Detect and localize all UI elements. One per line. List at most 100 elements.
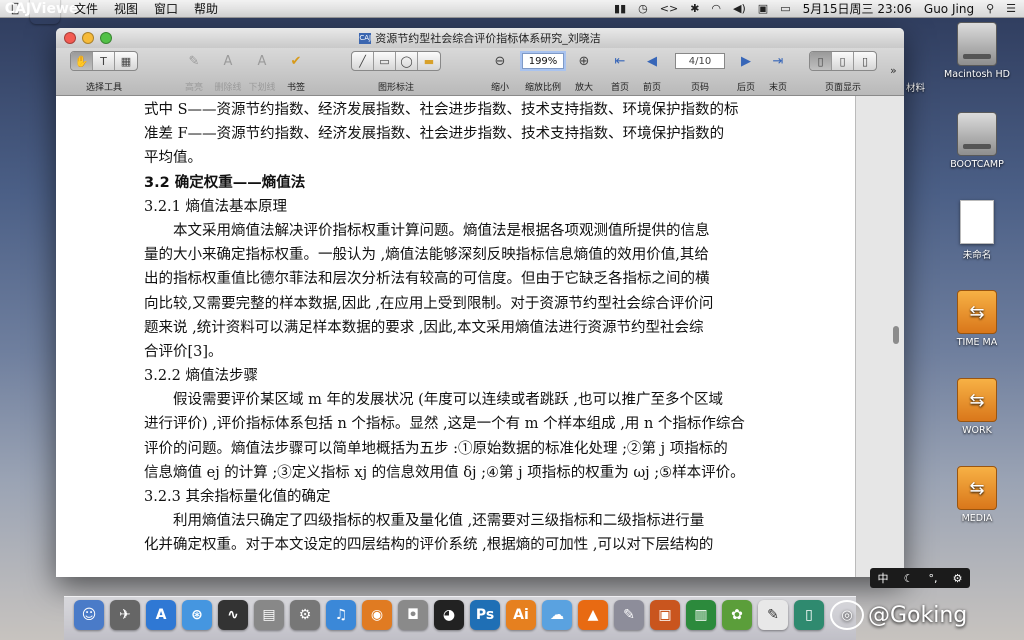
desktop-icon-label: MEDIA [961,513,993,524]
text-line: 评价的问题。熵值法步骤可以简单地概括为五步 :①原始数据的标准化处理 ;②第 j… [144,440,728,457]
qq-icon[interactable]: ◕ [434,600,464,630]
last-page-button[interactable]: ⇥ 末页 [766,48,790,94]
continuous-view-icon[interactable]: ▯ [832,52,854,70]
textedit-icon[interactable]: ✎ [758,600,788,630]
underline-button[interactable]: A 下划线 [246,48,278,94]
messages-icon[interactable]: ☁ [542,600,572,630]
page-number-label: 页码 [690,83,709,93]
desktop-icon-untitled[interactable]: 未命名 [934,200,1020,261]
desktop-icon-macintosh-hd[interactable]: Macintosh HD [934,22,1020,80]
user-name[interactable]: Guo Jing [924,2,974,16]
rectangle-tool-icon[interactable]: ▭ [374,52,396,70]
document-file-icon [960,200,994,244]
preview-icon[interactable]: ▤ [254,600,284,630]
close-window-button[interactable] [64,32,76,44]
photoshop-icon[interactable]: Ps [470,600,500,630]
subsection-heading: 3.2.2 熵值法步骤 [144,368,259,385]
finder-icon[interactable]: ☺ [74,600,104,630]
menu-window[interactable]: 窗口 [154,0,178,17]
hard-drive-icon [957,22,997,66]
page-number-input[interactable]: 4/10 [675,53,725,69]
notification-center-icon[interactable]: ☰ [1006,2,1016,15]
camera-icon[interactable]: ◘ [398,600,428,630]
spotlight-search-icon[interactable]: ⚲ [986,2,994,15]
hand-tool-icon[interactable]: ✋ [71,52,93,70]
document-text: 式中 S——资源节约指数、经济发展指数、社会进步指数、技术支持指数、环境保护指数… [144,98,814,558]
zoom-ratio-input[interactable]: 199% [522,53,564,69]
input-method-bar[interactable]: 中 ☾ °, ⚙ [870,568,970,588]
text-line: 信息熵值 ej 的计算 ;③定义指标 xj 的信息效用值 δj ;④第 j 项指… [144,464,745,481]
ellipse-tool-icon[interactable]: ◯ [396,52,418,70]
text-line: 题来说 ,统计资料可以满足样本数据的要求 ,因此,本文采用熵值法进行资源节约型社… [144,319,704,336]
firefox-icon[interactable]: ◉ [362,600,392,630]
bluetooth-icon[interactable]: ✱ [690,2,699,15]
battery-status-icon[interactable]: ▮▮ [614,2,626,15]
text-line: 本文采用熵值法解决评价指标权重计算问题。熵值法是根据各项观测值所提供的信息 [173,222,710,239]
safari-icon[interactable]: ⊛ [182,600,212,630]
ime-mode-label[interactable]: 中 [878,570,889,586]
desktop-icon-media[interactable]: ⇆ MEDIA [934,466,1020,524]
first-page-button[interactable]: ⇤ 首页 [608,48,632,94]
zoom-in-button[interactable]: ⊕ 放大 [572,48,596,94]
window-titlebar[interactable]: CAJ 资源节约型社会综合评价指标体系研究_刘晓洁 [56,28,904,48]
evernote-icon[interactable]: ✿ [722,600,752,630]
toolbar: ✋ T ▦ 选择工具 ✎ 高亮 A 删除线 A 下划线 ✔ 书签 ╱ ▭ ◯ ▬… [56,48,904,96]
watermark: ◎ @Goking [830,600,967,630]
note-tool-icon[interactable]: ▬ [418,52,440,70]
numbers-icon[interactable]: ▥ [686,600,716,630]
desktop-icon-work[interactable]: ⇆ WORK [934,378,1020,436]
text-line: 化并确定权重。对于本文设定的四层结构的评价系统 ,根据熵的可加性 ,可以对下层结… [144,537,714,554]
next-page-button[interactable]: ▶ 后页 [734,48,758,94]
clock[interactable]: 5月15日周三 23:06 [803,0,912,17]
system-preferences-icon[interactable]: ⚙ [290,600,320,630]
strikethrough-button[interactable]: A 删除线 [212,48,244,94]
previous-page-button[interactable]: ◀ 前页 [640,48,664,94]
pencil-app-icon[interactable]: ✎ [614,600,644,630]
document-icon: CAJ [359,32,372,44]
highlight-button[interactable]: ✎ 高亮 [180,48,208,94]
menu-file[interactable]: 文件 [74,0,98,17]
desktop-icon-label: BOOTCAMP [950,159,1004,170]
sync-icon[interactable]: <> [660,2,678,15]
time-machine-icon[interactable]: ◷ [638,2,648,15]
text-select-tool-icon[interactable]: T [93,52,115,70]
bookmark-icon: ✔ [290,53,302,69]
menu-help[interactable]: 帮助 [194,0,218,17]
toolbar-overflow-icon[interactable]: » [890,64,897,77]
desktop-icon-bootcamp[interactable]: BOOTCAMP [934,112,1020,170]
vlc-icon[interactable]: ▲ [578,600,608,630]
itunes-icon[interactable]: ♫ [326,600,356,630]
image-select-tool-icon[interactable]: ▦ [115,52,137,70]
app-store-icon[interactable]: A [146,600,176,630]
vertical-scrollbar-thumb[interactable] [893,326,899,344]
bookmark-label: 书签 [286,83,305,93]
dock-items: ☺ ✈ A ⊛ ∿ ▤ ⚙ ♫ ◉ ◘ ◕ Ps Ai ☁ ▲ ✎ ▣ ▥ ✿ … [74,600,824,630]
app-menu[interactable]: CAJViewer [5,0,86,24]
moon-icon[interactable]: ☾ [904,572,914,585]
desktop-icon-time-machine[interactable]: ⇆ TIME MA [934,290,1020,348]
menu-view[interactable]: 视图 [114,0,138,17]
minimize-window-button[interactable] [82,32,94,44]
launchpad-icon[interactable]: ✈ [110,600,140,630]
section-heading: 3.2 确定权重——熵值法 [144,174,306,191]
zoom-window-button[interactable] [100,32,112,44]
activity-monitor-icon[interactable]: ∿ [218,600,248,630]
presentation-icon[interactable]: ▣ [650,600,680,630]
weibo-logo-icon: ◎ [830,600,864,630]
illustrator-icon[interactable]: Ai [506,600,536,630]
single-page-view-icon[interactable]: ▯ [810,52,832,70]
bookmark-button[interactable]: ✔ 书签 [282,48,310,94]
input-source-icon[interactable]: ▣ [758,2,768,15]
settings-gear-icon[interactable]: ⚙ [953,572,963,585]
document-view[interactable]: 式中 S——资源节约指数、经济发展指数、社会进步指数、技术支持指数、环境保护指数… [56,96,904,577]
volume-icon[interactable]: ◀) [733,2,746,15]
ebook-reader-icon[interactable]: ▯ [794,600,824,630]
zoom-out-label: 缩小 [490,83,509,93]
wifi-icon[interactable]: ◠ [711,2,721,15]
facing-pages-view-icon[interactable]: ▯ [854,52,876,70]
zoom-out-button[interactable]: ⊖ 缩小 [488,48,512,94]
battery-icon[interactable]: ▭ [780,2,790,15]
line-tool-icon[interactable]: ╱ [352,52,374,70]
punctuation-icon[interactable]: °, [929,572,938,585]
text-line: 量的大小来确定指标权重。一般认为 ,熵值法能够深刻反映指标信息熵值的效用价值,其… [144,247,709,264]
